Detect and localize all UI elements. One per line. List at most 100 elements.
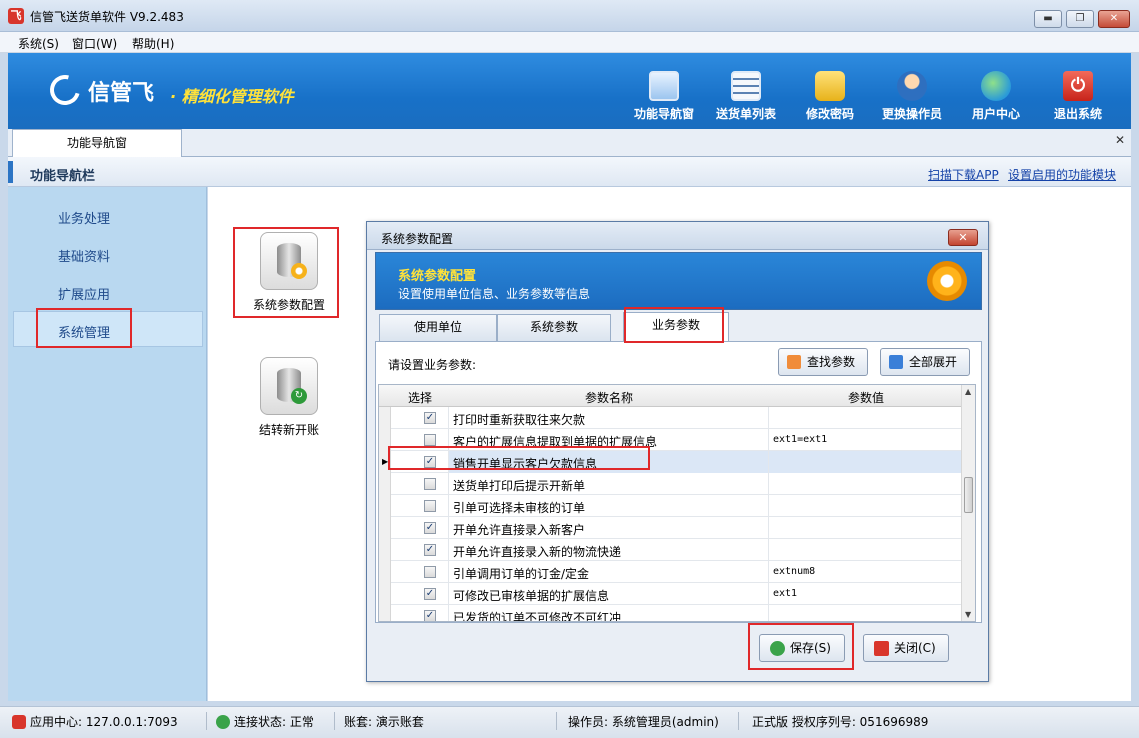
sidebar-item-basic-data[interactable]: 基础资料	[58, 246, 110, 265]
param-value-cell[interactable]: ext1	[769, 583, 963, 605]
row-checkbox[interactable]: ✓	[424, 544, 436, 556]
table-row[interactable]: ✓ 打印时重新获取往来欠款	[379, 407, 963, 429]
param-value-cell[interactable]	[769, 517, 963, 539]
param-name-cell: 开单允许直接录入新客户	[449, 517, 769, 539]
table-row[interactable]: 引单调用订单的订金/定金 extnum8	[379, 561, 963, 583]
configure-modules-link[interactable]: 设置启用的功能模块	[1008, 166, 1116, 183]
sidebar-item-extensions[interactable]: 扩展应用	[58, 284, 110, 303]
row-checkbox[interactable]	[424, 478, 436, 490]
param-name-cell: 送货单打印后提示开新单	[449, 473, 769, 495]
row-checkbox[interactable]: ✓	[424, 610, 436, 621]
tool-nav-window[interactable]: 功能导航窗	[624, 71, 704, 127]
scroll-up-icon[interactable]: ▲	[965, 387, 971, 396]
header-accent	[8, 161, 13, 183]
table-row[interactable]: ✓ 可修改已审核单据的扩展信息 ext1	[379, 583, 963, 605]
row-checkbox[interactable]	[424, 566, 436, 578]
row-header[interactable]	[379, 473, 391, 495]
maximize-button[interactable]: ❐	[1066, 10, 1094, 28]
globe-icon	[981, 71, 1011, 101]
nav-header: 功能导航栏 扫描下载APP 设置启用的功能模块	[8, 157, 1131, 187]
scroll-thumb[interactable]	[964, 477, 973, 513]
tab-function-nav[interactable]: 功能导航窗	[12, 129, 182, 157]
select-cell: ✓	[391, 583, 449, 605]
dialog-header-title: 系统参数配置	[398, 269, 477, 284]
table-row[interactable]: 送货单打印后提示开新单	[379, 473, 963, 495]
select-cell: ✓	[391, 605, 449, 621]
param-value-cell[interactable]	[769, 539, 963, 561]
row-checkbox[interactable]: ✓	[424, 588, 436, 600]
param-value-cell[interactable]: ext1=ext1	[769, 429, 963, 451]
dialog-close-icon[interactable]: ✕	[948, 229, 978, 246]
tab-close-icon[interactable]: ✕	[1115, 133, 1125, 147]
user-icon	[897, 71, 927, 101]
tool-user-center[interactable]: 用户中心	[956, 71, 1036, 127]
scroll-down-icon[interactable]: ▼	[965, 610, 971, 619]
row-header[interactable]	[379, 583, 391, 605]
tab-system-params[interactable]: 系统参数	[497, 314, 611, 341]
dialog-header: 系统参数配置 设置使用单位信息、业务参数等信息	[375, 252, 982, 310]
row-header[interactable]	[379, 539, 391, 561]
param-name-cell: 打印时重新获取往来欠款	[449, 407, 769, 429]
select-cell: ✓	[391, 517, 449, 539]
window-title: 信管飞送货单软件 V9.2.483	[30, 10, 184, 24]
param-value-cell[interactable]	[769, 451, 963, 473]
status-account: 账套: 演示账套	[344, 715, 424, 729]
tab-strip: 功能导航窗 ✕	[8, 129, 1131, 157]
row-header[interactable]	[379, 561, 391, 583]
col-select: 选择	[407, 391, 432, 405]
title-bar: 飞 信管飞送货单软件 V9.2.483 ▬ ❐ ✕	[0, 0, 1139, 32]
window-close-button[interactable]: ✕	[1098, 10, 1130, 28]
row-checkbox[interactable]	[424, 500, 436, 512]
connection-ok-icon	[216, 715, 230, 729]
select-cell	[391, 473, 449, 495]
params-panel: 请设置业务参数: 查找参数 全部展开 选择 参数名称 参数值 ✓ 打印时重新获取往…	[375, 341, 982, 623]
param-value-cell[interactable]	[769, 407, 963, 429]
dialog-title-bar: 系统参数配置 ✕	[367, 222, 988, 250]
database-refresh-icon: ↻	[260, 357, 318, 415]
row-checkbox[interactable]: ✓	[424, 412, 436, 424]
sidebar-item-business[interactable]: 业务处理	[58, 208, 110, 227]
table-row[interactable]: 引单可选择未审核的订单	[379, 495, 963, 517]
menu-system[interactable]: 系统(S)	[18, 35, 59, 52]
param-name-cell: 已发货的订单不可修改不可红冲	[449, 605, 769, 621]
tool-switch-operator[interactable]: 更换操作员	[872, 71, 952, 127]
param-name-cell: 可修改已审核单据的扩展信息	[449, 583, 769, 605]
menu-window[interactable]: 窗口(W)	[72, 35, 117, 52]
table-row[interactable]: ✓ 开单允许直接录入新客户	[379, 517, 963, 539]
table-row[interactable]: ✓ 已发货的订单不可修改不可红冲	[379, 605, 963, 621]
minimize-button[interactable]: ▬	[1034, 10, 1062, 28]
param-value-cell[interactable]: extnum8	[769, 561, 963, 583]
tool-delivery-list[interactable]: 送货单列表	[706, 71, 786, 127]
banner: 信管飞 · 精细化管理软件 功能导航窗 送货单列表 修改密码 更换操作员 用户中…	[8, 53, 1131, 129]
func-carry-forward[interactable]: ↻ 结转新开账	[239, 357, 339, 438]
row-checkbox[interactable]	[424, 434, 436, 446]
highlight-frame-func	[233, 227, 339, 318]
row-header[interactable]	[379, 407, 391, 429]
tab-using-unit[interactable]: 使用单位	[379, 314, 497, 341]
dialog-title: 系统参数配置	[381, 232, 454, 246]
menu-help[interactable]: 帮助(H)	[132, 35, 174, 52]
close-button[interactable]: 关闭(C)	[863, 634, 949, 662]
search-params-button[interactable]: 查找参数	[778, 348, 868, 376]
table-row[interactable]: ✓ 开单允许直接录入新的物流快递	[379, 539, 963, 561]
status-license: 正式版 授权序列号: 051696989	[752, 715, 929, 729]
panel-label: 请设置业务参数:	[388, 358, 477, 372]
status-operator: 操作员: 系统管理员(admin)	[568, 715, 719, 729]
scan-download-app-link[interactable]: 扫描下载APP	[928, 166, 999, 183]
param-value-cell[interactable]	[769, 495, 963, 517]
param-value-cell[interactable]	[769, 605, 963, 621]
tool-change-password[interactable]: 修改密码	[790, 71, 870, 127]
tool-exit-system[interactable]: ⏻ 退出系统	[1038, 71, 1118, 127]
grid-scrollbar[interactable]: ▲ ▼	[961, 385, 975, 621]
gear-icon	[927, 261, 967, 301]
row-checkbox[interactable]: ✓	[424, 522, 436, 534]
row-header[interactable]	[379, 517, 391, 539]
expand-all-button[interactable]: 全部展开	[880, 348, 970, 376]
app-logo-icon: 飞	[8, 8, 24, 24]
monitor-icon	[649, 71, 679, 101]
param-value-cell[interactable]	[769, 473, 963, 495]
param-name-cell: 引单调用订单的订金/定金	[449, 561, 769, 583]
status-app-center: 应用中心: 127.0.0.1:7093	[30, 715, 178, 729]
row-header[interactable]	[379, 495, 391, 517]
row-header[interactable]	[379, 605, 391, 621]
